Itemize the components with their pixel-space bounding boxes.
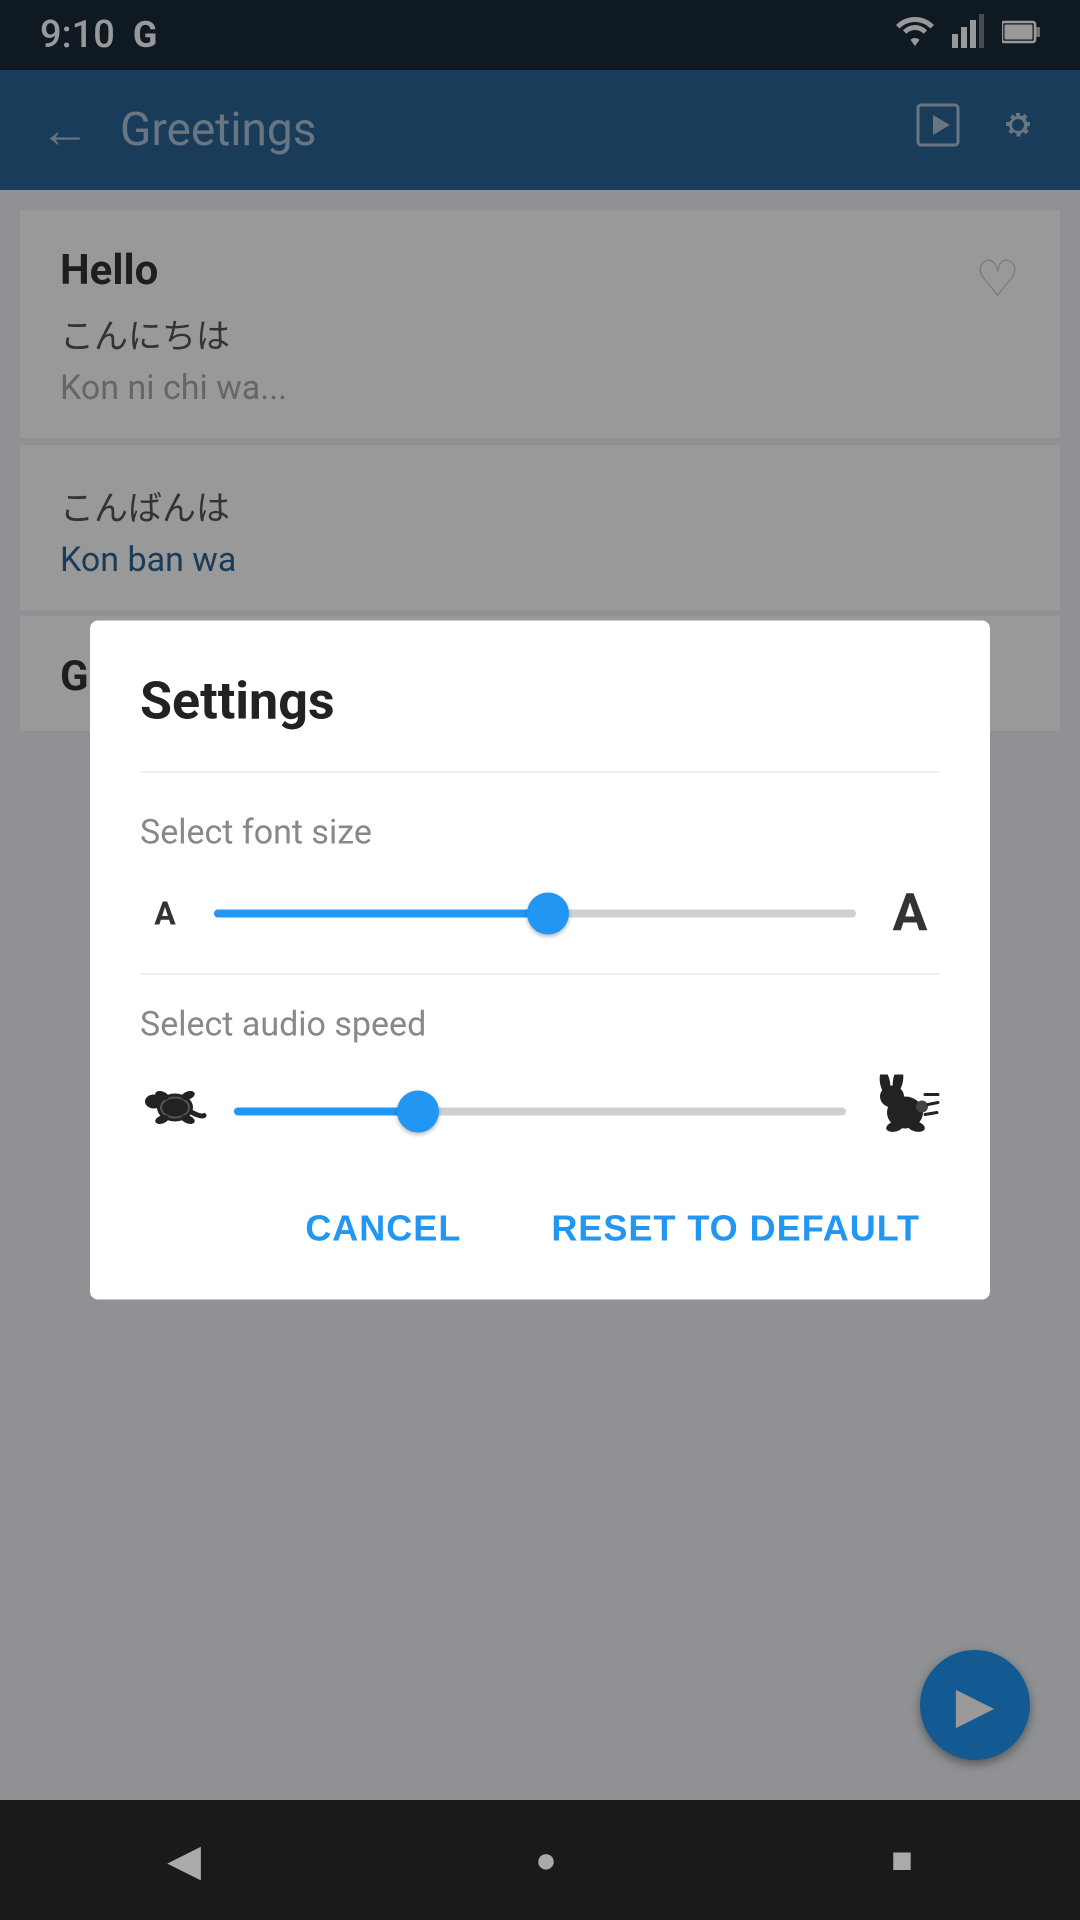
cancel-button[interactable]: CANCEL [285, 1198, 481, 1260]
font-size-label: Select font size [140, 813, 940, 853]
font-size-small-icon: A [140, 894, 190, 932]
turtle-icon [140, 1077, 210, 1145]
audio-speed-slider-row [140, 1075, 940, 1148]
nav-recent-button[interactable]: ■ [891, 1839, 913, 1881]
dialog-divider-top [140, 772, 940, 773]
font-size-slider-row: A A [140, 883, 940, 944]
audio-speed-label: Select audio speed [140, 1005, 940, 1045]
font-size-slider[interactable] [214, 898, 856, 928]
dialog-title: Settings [140, 671, 940, 732]
reset-to-default-button[interactable]: RESET TO DEFAULT [531, 1198, 940, 1260]
section-divider [140, 974, 940, 975]
rabbit-icon [870, 1075, 940, 1148]
audio-speed-slider[interactable] [234, 1096, 846, 1126]
nav-home-button[interactable]: ● [535, 1839, 557, 1881]
settings-dialog: Settings Select font size A A Select aud… [90, 621, 990, 1300]
font-size-large-icon: A [880, 883, 940, 944]
nav-back-button[interactable]: ◀ [167, 1834, 201, 1886]
dialog-buttons: CANCEL RESET TO DEFAULT [140, 1198, 940, 1260]
bottom-nav: ◀ ● ■ [0, 1800, 1080, 1920]
